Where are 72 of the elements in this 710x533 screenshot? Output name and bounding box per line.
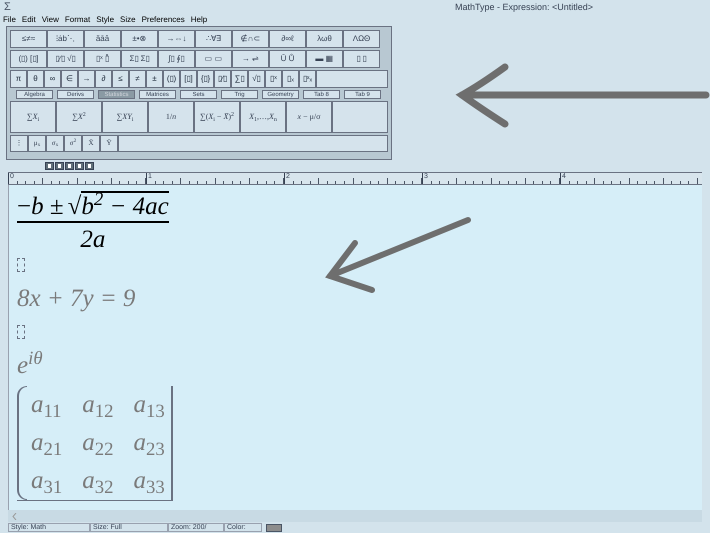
matrix-entry: a$_{12}$ — [82, 390, 114, 424]
symbol-palette-button[interactable]: ∉∩⊂ — [232, 30, 269, 48]
template-button[interactable]: ∑(X$_{i}$ − X̄)$^{2}$ — [194, 101, 240, 133]
app-icon: Σ — [4, 2, 11, 12]
symbol-palette-button[interactable]: ăāâ — [84, 30, 121, 48]
menu-item[interactable]: Size — [120, 14, 136, 26]
template-button[interactable]: X$_{1}$,…,X$_{n}$ — [240, 101, 286, 133]
symbol-palette-button[interactable]: Ū Ů — [269, 50, 306, 68]
matrix-entry: a$_{13}$ — [134, 390, 165, 424]
template-button[interactable]: x − μ/σ — [286, 101, 332, 133]
matrix-entry: a$_{33}$ — [134, 466, 165, 500]
matrix-entry: a$_{32}$ — [82, 466, 114, 500]
symbol-palette-button[interactable]: ∫▯ ∮▯ — [158, 50, 195, 68]
menu-item[interactable]: Edit — [22, 14, 36, 26]
symbol-palette-button[interactable]: ∴∀∃ — [195, 30, 232, 48]
template-button[interactable]: ∑X$^{2}$ — [56, 101, 102, 133]
equation: 8x + 7y = 9 — [17, 286, 136, 311]
symbol-button[interactable]: ▯⁄▯ — [214, 70, 231, 88]
menu-item[interactable]: Format — [64, 14, 90, 26]
template-button[interactable]: ∑XY$_{i}$ — [102, 101, 148, 133]
empty-slot[interactable] — [17, 325, 25, 339]
expression-area[interactable]: −b ± √b$^{2}$ − 4ac 2a 8x + 7y = 9 e$^{iθ}$ a$_{11}$ a$_{12}$ a$_{13}$ a$_{21}$ a$_{22}$ a$_{23}$ a$_{31}$ a$_{32}$ a$_{33}$ — [8, 185, 702, 510]
symbol-palette-button[interactable]: ▯ˣ ▯̊ — [84, 50, 121, 68]
symbol-palette-button[interactable]: ΛΩΘ — [343, 30, 380, 48]
symbol-palette-button[interactable]: ▬ ▦ — [306, 50, 343, 68]
symbol-palette-button[interactable]: ∂∞ℓ — [269, 30, 306, 48]
matrix-entry: a$_{11}$ — [31, 390, 62, 424]
symbol-palette-button[interactable]: ±•⊗ — [121, 30, 158, 48]
symbol-button[interactable]: {▯} — [197, 70, 214, 88]
symbol-button[interactable]: ≠ — [129, 70, 146, 88]
empty-slot[interactable] — [17, 258, 25, 272]
symbol-palette-button[interactable]: ▭ ▭ — [195, 50, 232, 68]
menu-item[interactable]: View — [42, 14, 59, 26]
window-title: MathType - Expression: <Untitled> — [455, 2, 594, 12]
template-button[interactable]: 1/n — [148, 101, 194, 133]
equation: e$^{iθ}$ — [17, 353, 43, 378]
matrix-entry: a$_{23}$ — [134, 428, 165, 462]
symbol-button[interactable]: ▯ˣₓ — [299, 70, 316, 88]
symbol-button[interactable]: ± — [146, 70, 163, 88]
symbol-palette-button[interactable]: λωθ — [306, 30, 343, 48]
symbol-button[interactable]: [▯] — [180, 70, 197, 88]
symbol-button[interactable]: θ — [27, 70, 44, 88]
symbol-button[interactable]: ∈ — [61, 70, 78, 88]
symbol-palette-button[interactable]: ▯⁄▯ √▯ — [47, 50, 84, 68]
symbol-palette-button[interactable]: ⁝ȧb⋱ — [47, 30, 84, 48]
symbol-button[interactable]: ≤ — [112, 70, 129, 88]
template-button[interactable]: ∑X$_{i}$ — [10, 101, 56, 133]
symbol-button[interactable]: ▯ˣ — [265, 70, 282, 88]
menu-item[interactable]: Style — [96, 14, 114, 26]
symbol-button[interactable]: (▯) — [163, 70, 180, 88]
matrix-entry: a$_{22}$ — [82, 428, 114, 462]
menu-item[interactable]: File — [3, 14, 16, 26]
symbol-button[interactable]: ∂ — [95, 70, 112, 88]
symbol-button[interactable]: → — [78, 70, 95, 88]
symbol-button[interactable]: ∑▯ — [231, 70, 248, 88]
scrollbar[interactable] — [8, 510, 702, 522]
quadratic-formula: −b ± √b$^{2}$ − 4ac 2a — [17, 191, 169, 252]
symbol-button[interactable]: √▯ — [248, 70, 265, 88]
matrix-entry: a$_{21}$ — [31, 428, 62, 462]
symbol-palette-button[interactable]: (▯) [▯] — [10, 50, 47, 68]
menu-item[interactable]: Help — [190, 14, 208, 26]
symbol-button[interactable]: π — [10, 70, 27, 88]
color-swatch[interactable] — [266, 524, 282, 532]
symbol-palette-button[interactable]: ≤≠≈ — [10, 30, 47, 48]
symbol-button[interactable]: ∞ — [44, 70, 61, 88]
menu-item[interactable]: Preferences — [142, 14, 185, 26]
symbol-palette-button[interactable]: →⇔↓ — [158, 30, 195, 48]
symbol-palette-button[interactable]: ▯ ▯ — [343, 50, 380, 68]
symbol-palette-button[interactable]: → ⇌ — [232, 50, 269, 68]
symbol-palette-button[interactable]: Σ▯ Σ▯ — [121, 50, 158, 68]
matrix-entry: a$_{31}$ — [31, 466, 62, 500]
symbol-button[interactable]: ▯ₓ — [282, 70, 299, 88]
